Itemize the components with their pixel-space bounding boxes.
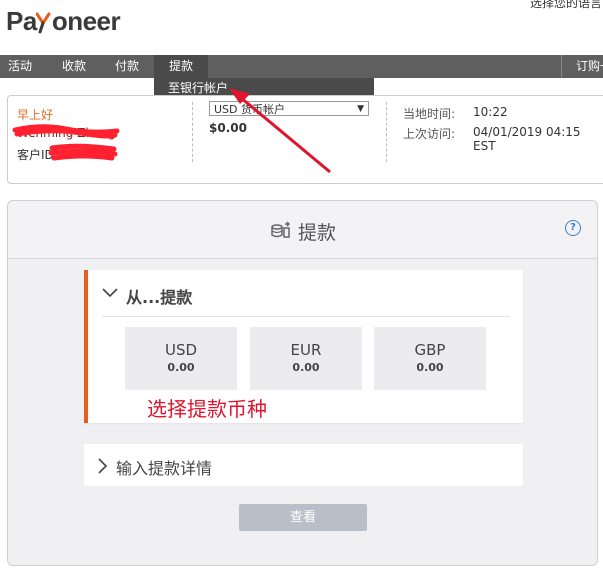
logo-text-rest: oneer	[51, 6, 121, 36]
account-summary: 早上好 Wenming Zhang 客户ID USD 货币帐户 ▼ $0.00 …	[7, 95, 603, 184]
logo-text-pa: Pa	[6, 6, 37, 36]
currency-select-value: USD 货币帐户	[214, 103, 286, 116]
currency-amount: 0.00	[167, 361, 195, 374]
annotation-select-currency: 选择提款币种	[147, 397, 267, 421]
greeting-text: 早上好	[17, 108, 54, 122]
nav-item-receive[interactable]: 收款	[62, 55, 86, 78]
redaction-scribble-id	[48, 143, 118, 161]
currency-account-select[interactable]: USD 货币帐户 ▼	[209, 101, 369, 116]
payoneer-logo[interactable]: Pa oneer	[6, 6, 121, 37]
withdraw-title: 提款	[298, 222, 337, 244]
coins-withdraw-icon	[271, 221, 291, 238]
local-time-value: 10:22	[473, 105, 508, 119]
nav-item-pay[interactable]: 付款	[115, 55, 139, 78]
currency-tile-eur[interactable]: EUR 0.00	[250, 327, 362, 390]
withdraw-details-section[interactable]: 输入提款详情	[84, 444, 523, 486]
caret-down-icon: ▼	[357, 104, 364, 114]
divider	[386, 102, 387, 162]
nav-item-activity[interactable]: 活动	[8, 55, 32, 78]
currency-tile-usd[interactable]: USD 0.00	[125, 327, 237, 390]
withdraw-details-title[interactable]: 输入提款详情	[116, 455, 212, 479]
view-button[interactable]: 查看	[239, 504, 367, 531]
nav-item-withdraw[interactable]: 提款	[154, 55, 208, 78]
main-nav: 活动 收款 付款 提款 订购一	[0, 55, 603, 78]
currency-amount: 0.00	[292, 361, 320, 374]
help-icon[interactable]: ?	[565, 220, 581, 236]
divider	[192, 102, 193, 162]
nav-item-subscribe[interactable]: 订购一	[561, 55, 603, 78]
divider	[102, 316, 510, 317]
last-visit-label: 上次访问:	[403, 127, 456, 141]
withdraw-panel-header: 提款 ?	[8, 201, 597, 259]
last-visit-value: 04/01/2019 04:15 EST	[473, 125, 581, 153]
currency-tile-gbp[interactable]: GBP 0.00	[374, 327, 486, 390]
withdraw-panel: 提款 ? 从...提款 USD 0.00 EUR 0.00 GBP 0.00 选…	[7, 200, 598, 566]
withdraw-from-title[interactable]: 从...提款	[126, 284, 192, 308]
currency-code: GBP	[414, 341, 446, 359]
redaction-scribble-name	[12, 124, 120, 139]
currency-amount: 0.00	[416, 361, 444, 374]
currency-code: EUR	[290, 341, 322, 359]
account-balance: $0.00	[209, 121, 247, 135]
local-time-label: 当地时间:	[403, 107, 456, 121]
chevron-down-icon[interactable]	[102, 288, 118, 298]
chevron-right-icon[interactable]	[98, 458, 108, 474]
withdraw-from-section: 从...提款 USD 0.00 EUR 0.00 GBP 0.00 选择提款币种	[84, 270, 523, 423]
language-selector-link[interactable]: 选择您的语言	[530, 0, 602, 11]
currency-code: USD	[164, 341, 198, 359]
